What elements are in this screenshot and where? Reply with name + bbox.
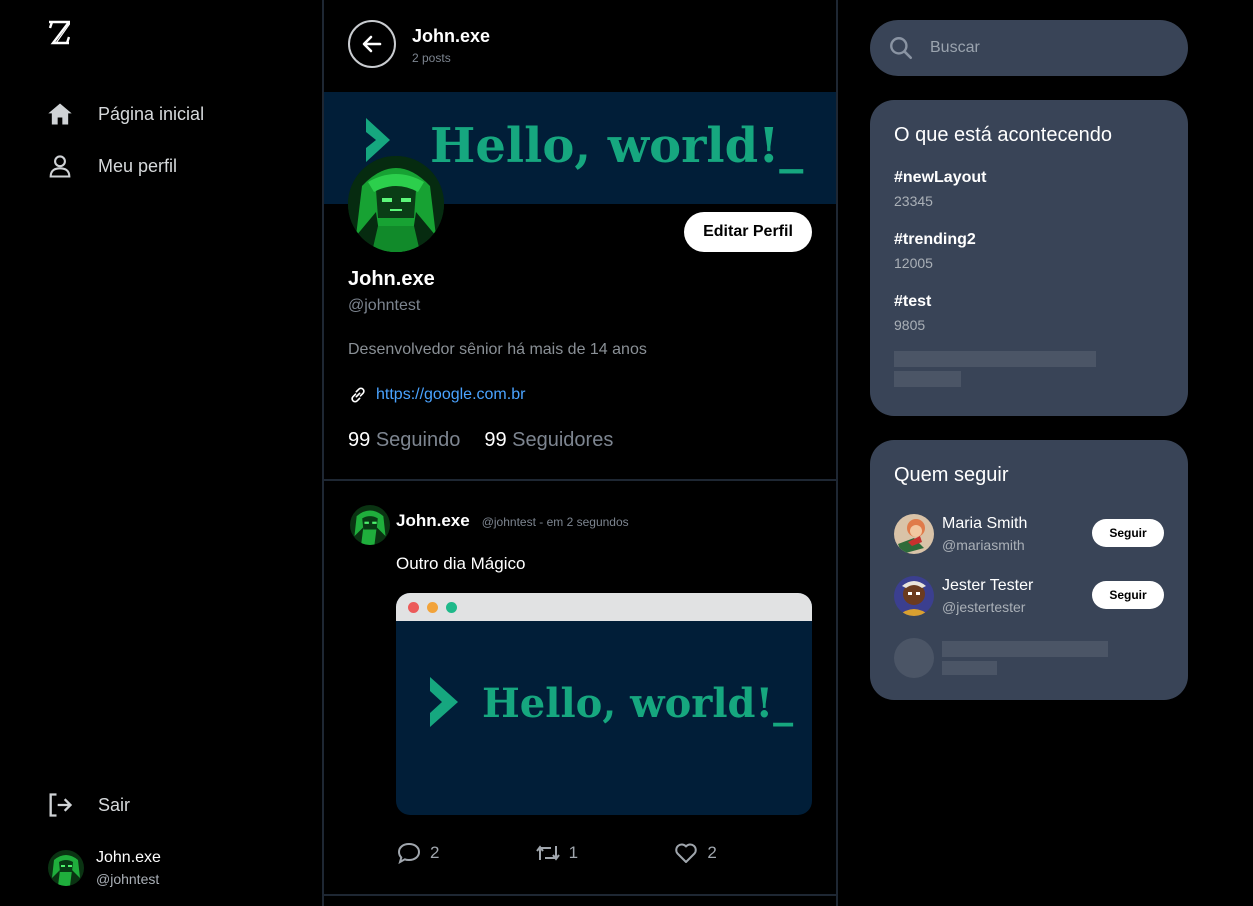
followers-stat[interactable]: 99 Seguidores bbox=[484, 429, 613, 452]
loading-skeleton bbox=[894, 351, 1096, 367]
followers-count: 99 bbox=[484, 429, 507, 451]
window-dot-red bbox=[408, 601, 419, 613]
window-dot-green bbox=[446, 601, 457, 613]
follow-suggestion: Jester Tester @jestertester Seguir bbox=[894, 575, 1164, 617]
edit-profile-button[interactable]: Editar Perfil bbox=[684, 212, 812, 252]
current-user-handle: @johntest bbox=[96, 871, 160, 887]
comment-button[interactable]: 2 bbox=[396, 841, 535, 865]
nav-profile[interactable]: Meu perfil bbox=[46, 152, 177, 180]
logout-button[interactable]: Sair bbox=[46, 791, 130, 819]
profile-link[interactable]: https://google.com.br bbox=[348, 385, 808, 405]
sidebar: Página inicial Meu perfil Sair John.exe … bbox=[0, 0, 323, 906]
trend-count: 9805 bbox=[894, 317, 926, 333]
app-logo[interactable] bbox=[48, 20, 73, 53]
divider bbox=[324, 894, 836, 896]
like-count: 2 bbox=[707, 843, 717, 862]
follow-suggestion: Maria Smith @mariasmith Seguir bbox=[894, 513, 1164, 555]
profile-header: John.exe 2 posts bbox=[324, 0, 836, 92]
main-column: John.exe 2 posts Hello, world!_ Editar P… bbox=[322, 0, 838, 906]
followers-label: Seguidores bbox=[512, 429, 614, 451]
post-image-text: Hello, world!_ bbox=[482, 680, 793, 727]
comment-count: 2 bbox=[430, 843, 440, 862]
profile-handle: @johntest bbox=[348, 297, 421, 314]
search-input[interactable] bbox=[928, 38, 1148, 58]
search-icon bbox=[890, 37, 913, 60]
follow-name: Jester Tester bbox=[942, 577, 1034, 594]
profile-name: John.exe bbox=[348, 268, 435, 290]
avatar[interactable] bbox=[894, 576, 934, 616]
home-icon bbox=[48, 103, 72, 125]
who-to-follow-card: Quem seguir Maria Smith @mariasmith Segu… bbox=[870, 440, 1188, 700]
arrow-left-icon bbox=[362, 35, 382, 53]
post-image[interactable]: Hello, world!_ bbox=[396, 593, 812, 815]
profile-stats: 99 Seguindo 99 Seguidores bbox=[348, 429, 808, 452]
follow-handle: @mariasmith bbox=[942, 537, 1025, 553]
post-image-graphic: Hello, world!_ bbox=[430, 677, 793, 727]
following-stat[interactable]: 99 Seguindo bbox=[348, 429, 460, 452]
post-author-name: John.exe bbox=[396, 511, 470, 530]
follow-name: Maria Smith bbox=[942, 515, 1028, 532]
retweet-count: 1 bbox=[568, 843, 579, 862]
like-button[interactable]: 2 bbox=[673, 841, 812, 865]
nav-profile-label: Meu perfil bbox=[98, 155, 178, 176]
retweet-icon bbox=[535, 845, 560, 861]
follow-button[interactable]: Seguir bbox=[1092, 519, 1164, 547]
logout-icon bbox=[49, 793, 73, 817]
logout-label: Sair bbox=[98, 794, 131, 815]
post-count: 2 posts bbox=[412, 51, 451, 65]
avatar bbox=[48, 850, 84, 886]
follow-button[interactable]: Seguir bbox=[1092, 581, 1164, 609]
following-count: 99 bbox=[348, 429, 371, 451]
trend-tag: #newLayout bbox=[894, 169, 987, 186]
post-item[interactable]: John.exe @johntest - em 2 segundos Outro… bbox=[324, 481, 836, 896]
profile-link-text: https://google.com.br bbox=[376, 386, 526, 403]
post-avatar[interactable] bbox=[350, 505, 390, 545]
nav-home[interactable]: Página inicial bbox=[46, 100, 204, 128]
trend-count: 23345 bbox=[894, 193, 933, 209]
loading-skeleton bbox=[894, 371, 961, 387]
comment-icon bbox=[397, 842, 421, 865]
skeleton-line bbox=[942, 661, 997, 675]
post-text: Outro dia Mágico bbox=[396, 554, 526, 573]
trend-item[interactable]: #newLayout 23345 bbox=[894, 169, 1164, 209]
post-actions: 2 1 2 bbox=[396, 841, 812, 865]
post-header: John.exe @johntest - em 2 segundos bbox=[396, 511, 629, 531]
current-user-card[interactable]: John.exe @johntest bbox=[48, 849, 161, 887]
skeleton-avatar bbox=[894, 638, 934, 678]
trend-item[interactable]: #test 9805 bbox=[894, 293, 1164, 333]
trend-tag: #trending2 bbox=[894, 231, 976, 248]
nav-home-label: Página inicial bbox=[98, 103, 205, 124]
loading-skeleton bbox=[894, 637, 1164, 679]
heart-icon bbox=[675, 843, 698, 863]
trend-item[interactable]: #trending2 12005 bbox=[894, 231, 1164, 271]
trend-tag: #test bbox=[894, 293, 932, 310]
trend-count: 12005 bbox=[894, 255, 933, 271]
window-bar bbox=[396, 593, 812, 621]
window-dot-yellow bbox=[427, 601, 438, 613]
link-icon bbox=[351, 387, 365, 403]
post-meta: @johntest - em 2 segundos bbox=[481, 515, 629, 529]
profile-avatar[interactable] bbox=[348, 156, 444, 252]
search-bar[interactable] bbox=[870, 20, 1188, 76]
avatar[interactable] bbox=[894, 514, 934, 554]
user-icon bbox=[49, 155, 71, 178]
trends-title: O que está acontecendo bbox=[894, 124, 1112, 146]
trends-card: O que está acontecendo #newLayout 23345 … bbox=[870, 100, 1188, 416]
banner-text: Hello, world!_ bbox=[430, 118, 803, 174]
profile-info: John.exe @johntest Desenvolvedor sênior … bbox=[348, 268, 808, 452]
back-button[interactable] bbox=[348, 20, 396, 68]
following-label: Seguindo bbox=[375, 429, 461, 451]
logo-icon bbox=[48, 20, 73, 45]
page-title: John.exe bbox=[412, 26, 491, 46]
skeleton-line bbox=[942, 641, 1108, 657]
retweet-button[interactable]: 1 bbox=[535, 841, 674, 865]
current-user-name: John.exe bbox=[96, 849, 161, 866]
follow-handle: @jestertester bbox=[942, 599, 1026, 615]
profile-bio: Desenvolvedor sênior há mais de 14 anos bbox=[348, 341, 647, 358]
who-to-follow-title: Quem seguir bbox=[894, 464, 1009, 486]
